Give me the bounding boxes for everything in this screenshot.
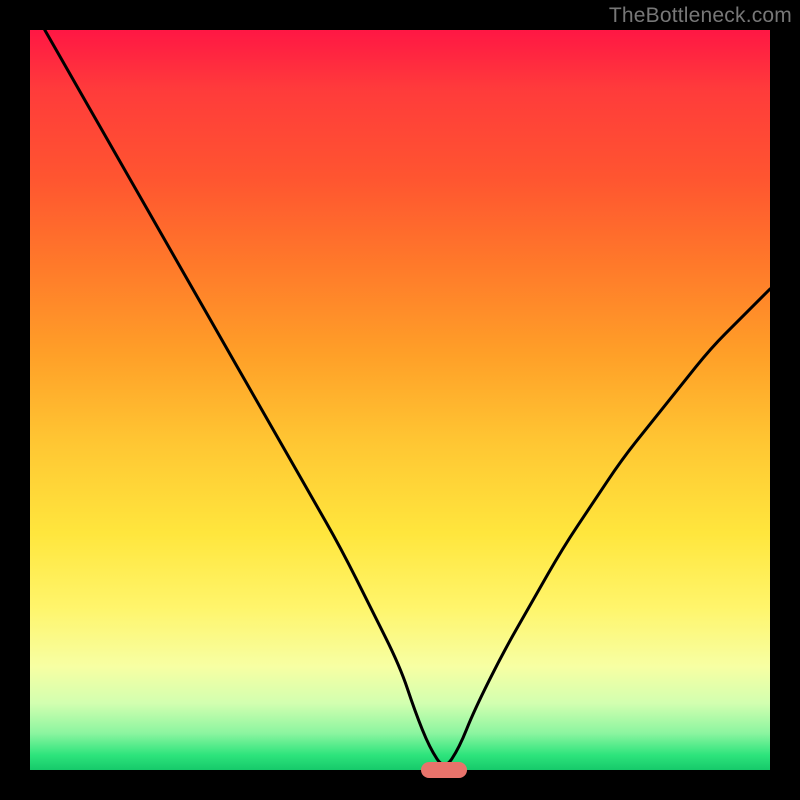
optimal-marker — [421, 762, 467, 778]
plot-area — [30, 30, 770, 770]
chart-frame: TheBottleneck.com — [0, 0, 800, 800]
bottleneck-curve — [30, 30, 770, 770]
watermark-text: TheBottleneck.com — [609, 4, 792, 28]
